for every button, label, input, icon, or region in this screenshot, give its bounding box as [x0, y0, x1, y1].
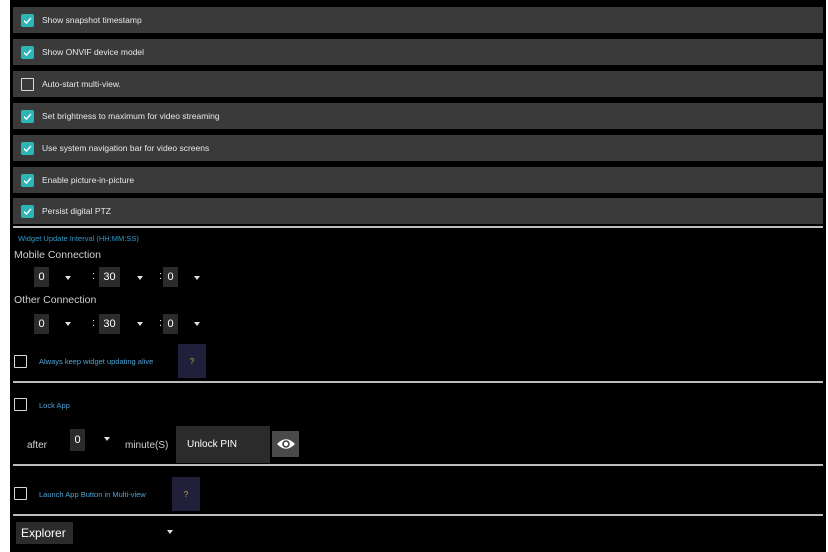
divider: [13, 514, 823, 516]
lock-minutes-select[interactable]: 0: [70, 429, 85, 451]
toggle-system-navigation-bar[interactable]: Use system navigation bar for video scre…: [13, 135, 823, 161]
mobile-connection-label: Mobile Connection: [14, 249, 101, 261]
checkbox-checked-icon[interactable]: [21, 173, 34, 187]
toggle-label: Use system navigation bar for video scre…: [42, 143, 210, 153]
toggle-max-brightness[interactable]: Set brightness to maximum for video stre…: [13, 103, 823, 129]
toggle-label: Show snapshot timestamp: [42, 15, 142, 25]
chevron-down-icon[interactable]: [137, 322, 143, 326]
checkbox-checked-icon[interactable]: [21, 204, 34, 218]
toggle-label: Enable picture-in-picture: [42, 175, 135, 185]
other-minutes-select[interactable]: 30: [99, 314, 120, 334]
chevron-down-icon[interactable]: [104, 437, 110, 441]
mobile-minutes-select[interactable]: 30: [99, 267, 120, 287]
chevron-down-icon[interactable]: [137, 276, 143, 280]
widget-interval-title: Widget Update Interval (HH:MM:SS): [18, 234, 139, 243]
after-label: after: [27, 440, 48, 451]
chevron-down-icon[interactable]: [167, 530, 173, 534]
toggle-persist-digital-ptz[interactable]: Persist digital PTZ: [13, 198, 823, 224]
toggle-show-snapshot-timestamp[interactable]: Show snapshot timestamp: [13, 7, 823, 33]
toggle-label: Auto-start multi-view.: [42, 79, 121, 89]
settings-screen: Show snapshot timestamp Show ONVIF devic…: [10, 0, 826, 552]
checkbox-checked-icon[interactable]: [21, 109, 34, 123]
time-separator: :: [159, 270, 163, 282]
toggle-auto-start-multi-view[interactable]: Auto-start multi-view.: [13, 71, 823, 97]
chevron-down-icon[interactable]: [65, 322, 71, 326]
eye-icon: [276, 439, 295, 449]
keep-alive-label: Always keep widget updating alive: [39, 357, 154, 366]
toggle-label: Persist digital PTZ: [42, 206, 111, 216]
divider: [13, 381, 823, 383]
other-seconds-select[interactable]: 0: [163, 314, 178, 334]
other-hours-select[interactable]: 0: [34, 314, 49, 334]
divider: [13, 464, 823, 466]
checkbox-checked-icon[interactable]: [21, 45, 34, 59]
toggle-label: Show ONVIF device model: [42, 47, 145, 57]
chevron-down-icon[interactable]: [194, 276, 200, 280]
launch-app-checkbox[interactable]: [14, 487, 27, 500]
checkbox-unchecked-icon[interactable]: [21, 77, 34, 91]
divider: [13, 226, 823, 228]
time-separator: :: [92, 270, 96, 282]
keep-alive-checkbox[interactable]: [14, 355, 27, 368]
minutes-unit-label: minute(S): [125, 440, 169, 451]
mobile-seconds-select[interactable]: 0: [163, 267, 178, 287]
lock-app-checkbox[interactable]: [14, 398, 27, 411]
toggle-picture-in-picture[interactable]: Enable picture-in-picture: [13, 167, 823, 193]
toggle-show-onvif-device-model[interactable]: Show ONVIF device model: [13, 39, 823, 65]
other-connection-label: Other Connection: [14, 294, 97, 306]
unlock-pin-field[interactable]: Unlock PIN: [176, 426, 270, 463]
lock-app-label: Lock App: [39, 401, 70, 410]
show-pin-button[interactable]: [272, 431, 299, 457]
toggle-label: Set brightness to maximum for video stre…: [42, 111, 220, 121]
launch-app-help-button[interactable]: ?: [172, 477, 200, 511]
launch-app-label: Launch App Button in Multi-view: [39, 490, 146, 499]
checkbox-checked-icon[interactable]: [21, 141, 34, 155]
explorer-select[interactable]: Explorer: [16, 522, 73, 544]
checkbox-checked-icon[interactable]: [21, 13, 34, 27]
chevron-down-icon[interactable]: [65, 276, 71, 280]
time-separator: :: [159, 317, 163, 329]
time-separator: :: [92, 317, 96, 329]
chevron-down-icon[interactable]: [194, 322, 200, 326]
keep-alive-help-button[interactable]: ?: [178, 344, 206, 378]
mobile-hours-select[interactable]: 0: [34, 267, 49, 287]
